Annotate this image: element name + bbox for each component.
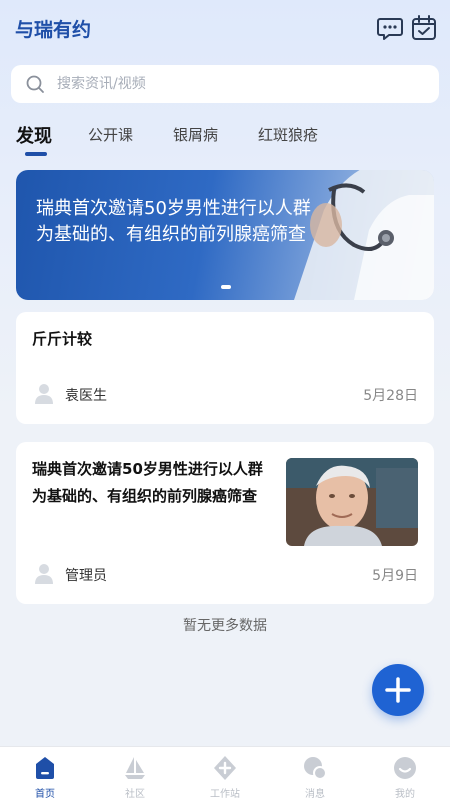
tabbar-item-home[interactable]: 首页 (0, 747, 90, 800)
article-date: 5月28日 (363, 388, 418, 404)
home-icon (33, 755, 57, 781)
message-bubble-icon (303, 755, 327, 781)
active-tab-indicator (25, 152, 47, 156)
elderly-man-thumbnail (286, 458, 418, 546)
search-input[interactable] (57, 73, 417, 95)
tabbar-item-workstation[interactable]: 工作站 (180, 747, 270, 800)
article-card[interactable]: 瑞典首次邀请50岁男性进行以人群为基础的、有组织的前列腺癌筛查 管理员 5月9日 (16, 442, 434, 604)
carousel-indicator (221, 285, 231, 289)
tab-open-course[interactable]: 公开课 (88, 124, 133, 145)
app-header: 与瑞有约 (0, 0, 450, 58)
no-more-data-text: 暂无更多数据 (183, 618, 267, 634)
tabbar-item-messages[interactable]: 消息 (270, 747, 360, 800)
plus-icon (385, 677, 411, 703)
article-author: 袁医生 (65, 388, 107, 404)
avatar-icon (34, 562, 54, 584)
add-button[interactable] (372, 664, 424, 716)
message-icon[interactable] (376, 14, 404, 42)
article-card[interactable]: 斤斤计较 袁医生 5月28日 (16, 312, 434, 424)
tabbar-label: 消息 (305, 789, 325, 800)
article-title: 瑞典首次邀请50岁男性进行以人群为基础的、有组织的前列腺癌筛查 (32, 460, 263, 505)
avatar-icon (34, 382, 54, 404)
article-date: 5月9日 (372, 568, 418, 584)
tabbar-item-community[interactable]: 社区 (90, 747, 180, 800)
tabbar-label: 工作站 (210, 789, 240, 800)
profile-icon (393, 755, 417, 781)
tab-discover[interactable]: 发现 (16, 122, 52, 148)
app-title: 与瑞有约 (15, 19, 92, 41)
tab-psoriasis[interactable]: 银屑病 (173, 124, 218, 145)
tabbar-label: 首页 (35, 789, 55, 800)
tabbar-label: 我的 (395, 789, 415, 800)
article-title: 斤斤计较 (32, 330, 93, 348)
tabbar-item-profile[interactable]: 我的 (360, 747, 450, 800)
category-tabs: 发现 公开课 银屑病 红斑狼疮 (0, 120, 450, 160)
article-author: 管理员 (65, 568, 107, 584)
sailboat-icon (123, 755, 147, 781)
search-bar[interactable] (11, 65, 439, 103)
workstation-icon (213, 755, 237, 781)
search-icon (25, 74, 45, 94)
calendar-check-icon[interactable] (410, 14, 438, 42)
banner-headline: 瑞典首次邀请50岁男性进行以人群为基础的、有组织的前列腺癌筛查 (36, 198, 311, 245)
banner-carousel[interactable]: 瑞典首次邀请50岁男性进行以人群为基础的、有组织的前列腺癌筛查 (16, 170, 434, 300)
bottom-tab-bar: 首页 社区 工作站 消息 我的 (0, 746, 450, 800)
tabbar-label: 社区 (125, 789, 145, 800)
tab-lupus[interactable]: 红斑狼疮 (258, 124, 318, 145)
